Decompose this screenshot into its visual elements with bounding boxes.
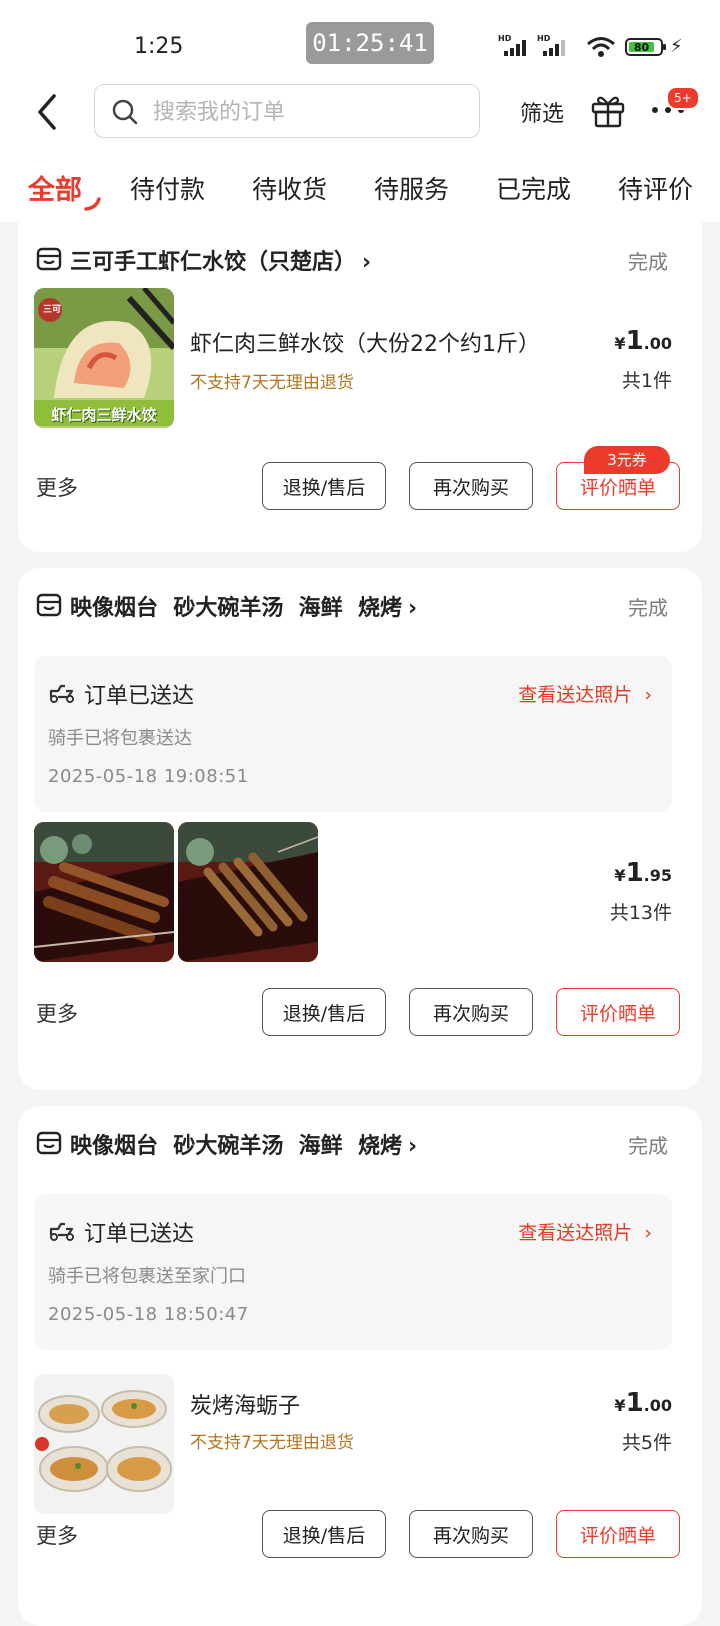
more-actions-link[interactable]: 更多: [36, 1520, 78, 1550]
store-header[interactable]: 映像烟台 砂大碗羊汤 海鲜 烧烤 › 完成: [36, 1126, 684, 1160]
tab-pending-service[interactable]: 待服务: [374, 170, 449, 206]
view-delivery-photo-link[interactable]: 查看送达照片 ›: [518, 680, 652, 707]
grilled-oyster-image: [34, 1374, 174, 1514]
delivery-time: 2025-05-18 18:50:47: [48, 1304, 249, 1325]
order-price: ¥1.00: [614, 1388, 672, 1418]
tab-pending-receipt[interactable]: 待收货: [252, 170, 327, 206]
delivery-title: 订单已送达: [84, 1222, 195, 1247]
order-status: 完成: [628, 1134, 668, 1158]
order-status: 完成: [628, 596, 668, 620]
store-name: 三可手工虾仁水饺（只楚店）: [70, 250, 357, 275]
battery-level: 80: [629, 42, 654, 53]
filter-button[interactable]: 筛选: [520, 96, 564, 128]
delivery-scooter-icon: [49, 1222, 74, 1241]
signal-1-icon: HD: [498, 34, 532, 58]
product-image[interactable]: [34, 1374, 174, 1514]
charging-icon: ⚡: [670, 36, 683, 57]
gift-icon[interactable]: [590, 92, 626, 128]
search-icon: [112, 99, 138, 125]
product-image[interactable]: [178, 822, 318, 962]
return-aftersale-button[interactable]: 退换/售后: [262, 1510, 386, 1558]
item-count: 共5件: [621, 1432, 672, 1454]
delivery-status-box: 订单已送达 查看送达照片 › 骑手已将包裹送达 2025-05-18 19:08…: [34, 656, 672, 812]
delivery-note: 骑手已将包裹送达: [48, 728, 192, 749]
bbq-skewers-image: [34, 822, 174, 962]
store-name: 映像烟台 砂大碗羊汤 海鲜 烧烤: [70, 1134, 402, 1159]
store-icon: [36, 593, 62, 617]
coupon-badge: 3元券: [584, 446, 670, 474]
tab-pending-review[interactable]: 待评价: [618, 170, 693, 206]
chevron-right-icon: ›: [407, 1134, 418, 1159]
battery-icon: 80: [625, 38, 666, 56]
search-box[interactable]: [94, 84, 480, 138]
store-icon: [36, 247, 62, 271]
wifi-icon: [587, 37, 615, 57]
order-card[interactable]: 映像烟台 砂大碗羊汤 海鲜 烧烤 › 完成 订单已送达 查看送达照片 › 骑手已将…: [18, 1106, 702, 1626]
store-name: 映像烟台 砂大碗羊汤 海鲜 烧烤: [70, 596, 402, 621]
bbq-skewers-image: [178, 822, 318, 962]
back-button[interactable]: [30, 88, 70, 136]
view-delivery-photo-link[interactable]: 查看送达照片 ›: [518, 1218, 652, 1245]
return-aftersale-button[interactable]: 退换/售后: [262, 988, 386, 1036]
delivery-status-box: 订单已送达 查看送达照片 › 骑手已将包裹送至家门口 2025-05-18 18…: [34, 1194, 672, 1350]
store-header[interactable]: 映像烟台 砂大碗羊汤 海鲜 烧烤 › 完成: [36, 588, 684, 622]
review-button[interactable]: 评价晒单: [556, 988, 680, 1036]
screen-recording-timer: 01:25:41: [306, 22, 434, 64]
no-return-notice: 不支持7天无理由退货: [190, 1433, 354, 1453]
tab-completed[interactable]: 已完成: [496, 170, 571, 206]
store-icon: [36, 1131, 62, 1155]
active-tab-indicator: [84, 197, 101, 211]
tab-all[interactable]: 全部: [28, 168, 82, 207]
status-time: 1:25: [134, 34, 184, 59]
order-card[interactable]: 三可手工虾仁水饺（只楚店） › 完成 三可 虾仁肉三鲜水饺 虾仁肉三鲜水饺（大份2…: [18, 222, 702, 552]
order-tabs: 全部 待付款 待收货 待服务 已完成 待评价: [0, 162, 720, 218]
search-input[interactable]: [151, 93, 465, 131]
chevron-right-icon: ›: [362, 250, 372, 275]
delivery-title: 订单已送达: [84, 684, 195, 709]
no-return-notice: 不支持7天无理由退货: [190, 373, 354, 393]
buy-again-button[interactable]: 再次购买: [409, 462, 533, 510]
buy-again-button[interactable]: 再次购买: [409, 988, 533, 1036]
review-button[interactable]: 评价晒单: [556, 1510, 680, 1558]
item-count: 共13件: [609, 902, 672, 924]
product-name[interactable]: 虾仁肉三鲜水饺（大份22个约1斤）: [190, 326, 540, 358]
order-card[interactable]: 映像烟台 砂大碗羊汤 海鲜 烧烤 › 完成 订单已送达 查看送达照片 › 骑手已将…: [18, 568, 702, 1090]
order-status: 完成: [628, 250, 668, 274]
buy-again-button[interactable]: 再次购买: [409, 1510, 533, 1558]
delivery-scooter-icon: [49, 684, 74, 703]
product-image[interactable]: [34, 822, 174, 962]
signal-2-icon: HD: [537, 34, 571, 58]
notification-badge: 5+: [666, 86, 700, 110]
thumb-logo: 三可: [43, 305, 62, 315]
order-price: ¥1.00: [614, 326, 672, 356]
item-count: 共1件: [621, 370, 672, 392]
chevron-right-icon: ›: [407, 596, 418, 621]
tab-pending-payment[interactable]: 待付款: [130, 170, 205, 206]
more-actions-link[interactable]: 更多: [36, 998, 78, 1028]
order-price: ¥1.95: [614, 858, 672, 888]
top-header-area: 1:25 01:25:41 HD HD 80 ⚡ 筛选 5+: [0, 0, 720, 222]
thumb-caption: 虾仁肉三鲜水饺: [51, 406, 157, 424]
store-header[interactable]: 三可手工虾仁水饺（只楚店） › 完成: [36, 242, 684, 276]
delivery-time: 2025-05-18 19:08:51: [48, 766, 249, 787]
product-name[interactable]: 炭烤海蛎子: [190, 1388, 300, 1420]
product-image[interactable]: 三可 虾仁肉三鲜水饺: [34, 288, 174, 428]
more-actions-link[interactable]: 更多: [36, 472, 78, 502]
return-aftersale-button[interactable]: 退换/售后: [262, 462, 386, 510]
delivery-note: 骑手已将包裹送至家门口: [48, 1266, 246, 1287]
